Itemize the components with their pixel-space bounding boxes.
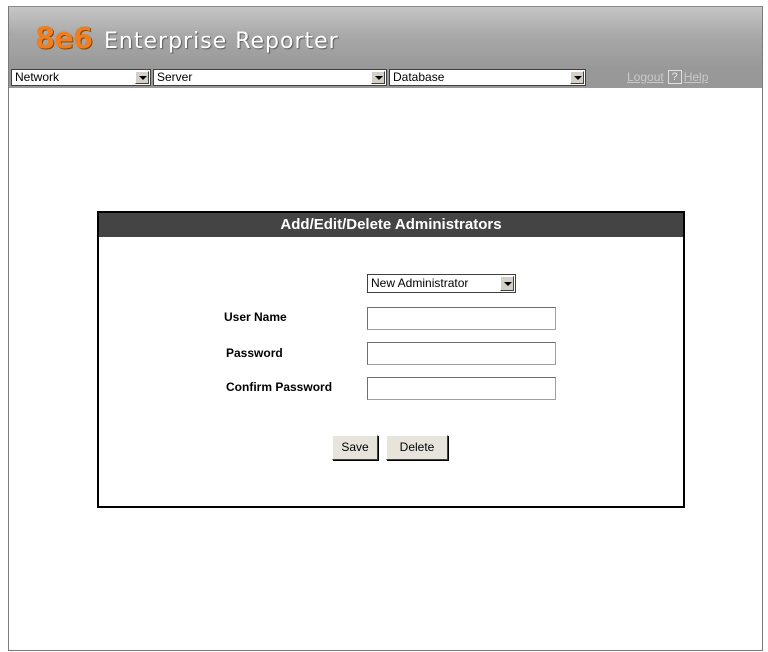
network-select[interactable]: Network xyxy=(11,69,151,86)
logo-mark: 8e6 xyxy=(35,21,93,55)
database-select[interactable]: Database xyxy=(389,69,586,86)
app-title: Enterprise Reporter xyxy=(104,29,339,54)
menubar: Network Server Database Logout ? Help xyxy=(9,68,762,88)
confirm-password-input[interactable] xyxy=(367,377,556,400)
password-input[interactable] xyxy=(367,342,556,365)
user-name-input[interactable] xyxy=(367,307,556,330)
password-label: Password xyxy=(226,346,283,360)
header-banner: 8e6 Enterprise Reporter xyxy=(9,6,762,69)
server-select-value: Server xyxy=(157,70,193,84)
panel-title: Add/Edit/Delete Administrators xyxy=(99,213,683,237)
chevron-down-icon[interactable] xyxy=(570,71,584,84)
confirm-password-label: Confirm Password xyxy=(226,380,333,394)
chevron-down-icon[interactable] xyxy=(371,71,385,84)
administrator-select[interactable]: New Administrator xyxy=(367,274,516,293)
database-select-value: Database xyxy=(393,70,445,84)
help-icon[interactable]: ? xyxy=(667,70,682,84)
delete-button[interactable]: Delete xyxy=(386,435,448,460)
app-window: 8e6 Enterprise Reporter Network Server D… xyxy=(8,6,763,651)
save-button[interactable]: Save xyxy=(332,435,378,460)
logout-link[interactable]: Logout xyxy=(627,70,664,84)
logo: 8e6 Enterprise Reporter xyxy=(35,21,339,55)
top-links: Logout ? Help xyxy=(627,70,708,84)
administrator-select-value: New Administrator xyxy=(371,276,469,290)
chevron-down-icon[interactable] xyxy=(500,276,514,291)
chevron-down-icon[interactable] xyxy=(135,71,149,84)
admin-panel: Add/Edit/Delete Administrators New Admin… xyxy=(97,211,685,508)
user-name-label: User Name xyxy=(224,310,287,324)
server-select[interactable]: Server xyxy=(153,69,387,86)
help-link[interactable]: Help xyxy=(684,70,709,84)
network-select-value: Network xyxy=(15,70,60,84)
